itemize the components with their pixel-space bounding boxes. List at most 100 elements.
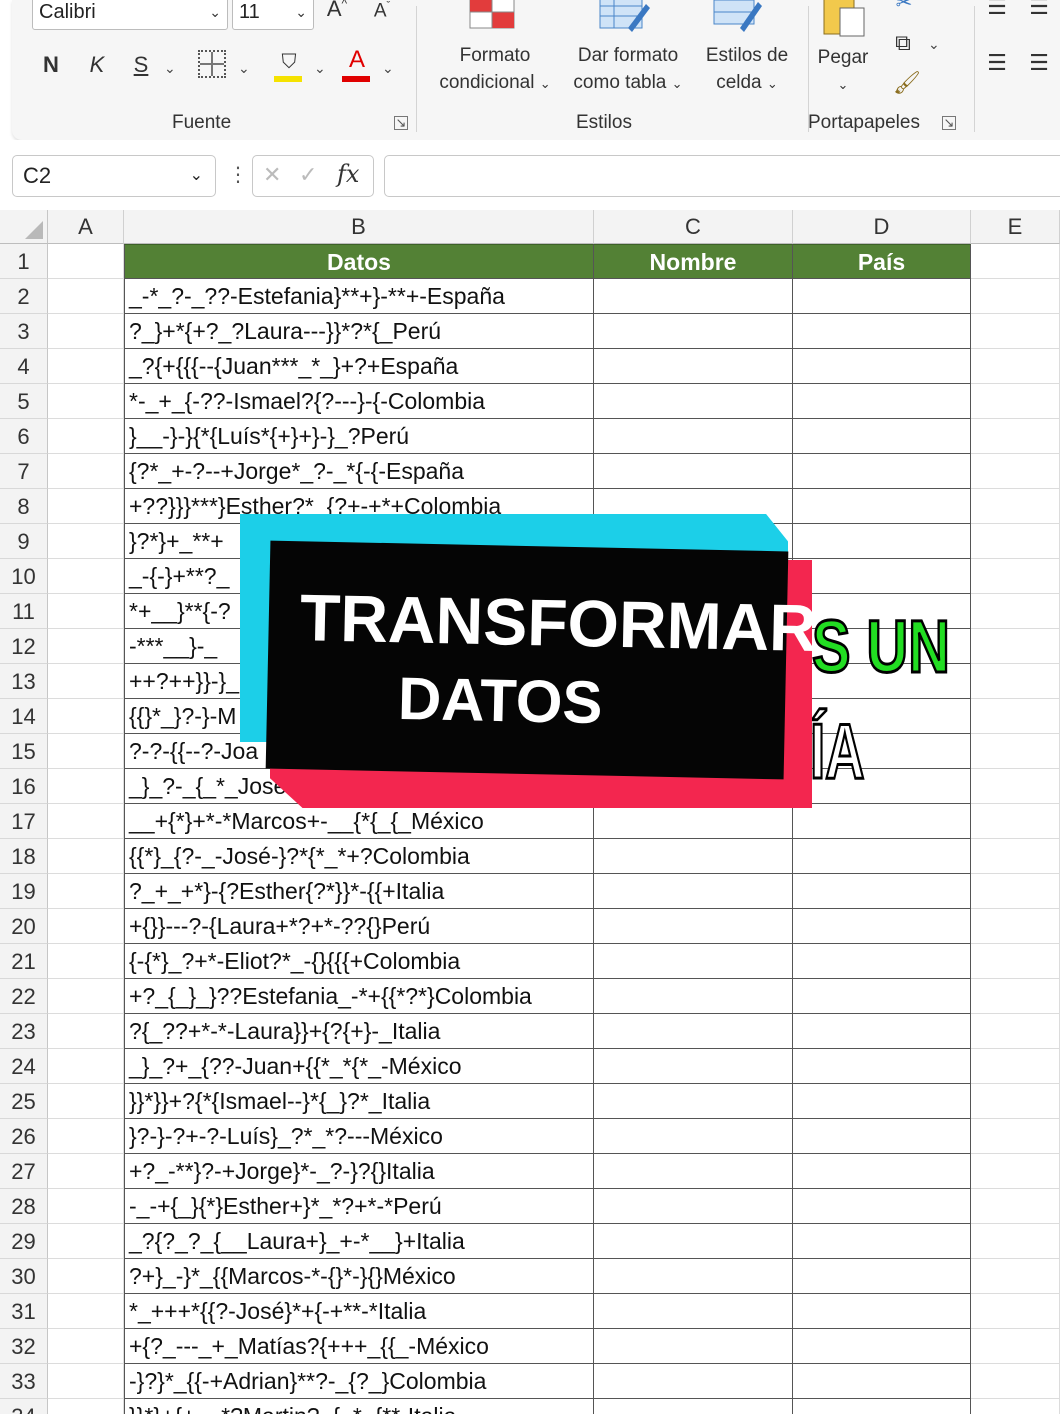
cell-datos[interactable]: ?+}_-}*_{{Marcos-*-{}*-}{}México <box>124 1259 594 1294</box>
row-number[interactable]: 20 <box>0 909 48 944</box>
row-number[interactable]: 19 <box>0 874 48 909</box>
cell-nombre[interactable] <box>594 384 793 419</box>
cell-nombre[interactable] <box>594 874 793 909</box>
cell-datos[interactable]: +{}}---?-{Laura+*?+*-??{}Perú <box>124 909 594 944</box>
cell-e[interactable] <box>971 1224 1060 1259</box>
row-number[interactable]: 8 <box>0 489 48 524</box>
cell-nombre[interactable] <box>594 944 793 979</box>
cell-datos[interactable]: }}*}}+?{*{Ismael--}*{_}?*_Italia <box>124 1084 594 1119</box>
row-number[interactable]: 15 <box>0 734 48 769</box>
cut-icon[interactable]: ✂ <box>890 0 918 15</box>
cell-pais[interactable] <box>793 1364 971 1399</box>
row-number[interactable]: 5 <box>0 384 48 419</box>
cell-nombre[interactable] <box>594 1084 793 1119</box>
cell-datos[interactable]: -}?}*_{{-+Adrian}**?-_{?_}Colombia <box>124 1364 594 1399</box>
cell-a[interactable] <box>48 559 124 594</box>
cell-pais[interactable] <box>793 1399 971 1414</box>
borders-icon[interactable] <box>198 50 226 78</box>
cell-a[interactable] <box>48 279 124 314</box>
cell-a[interactable] <box>48 1084 124 1119</box>
cell-datos[interactable]: ?{_??+*-*-Laura}}+{?{+}-_Italia <box>124 1014 594 1049</box>
cell-e[interactable] <box>971 419 1060 454</box>
cell-a[interactable] <box>48 314 124 349</box>
row-number[interactable]: 27 <box>0 1154 48 1189</box>
cell-nombre[interactable] <box>594 1049 793 1084</box>
cell-e[interactable] <box>971 874 1060 909</box>
column-header-d[interactable]: D <box>793 210 971 244</box>
align-top-icon[interactable]: ☰ <box>982 0 1012 20</box>
row-number[interactable]: 26 <box>0 1119 48 1154</box>
cell-pais[interactable] <box>793 874 971 909</box>
cell-datos[interactable]: -_-+{_}{*}Esther+}*_*?+*-*Perú <box>124 1189 594 1224</box>
fill-color-icon[interactable]: ⛉ <box>274 48 304 82</box>
cell-a[interactable] <box>48 804 124 839</box>
cell-a[interactable] <box>48 1224 124 1259</box>
cell-pais[interactable] <box>793 1224 971 1259</box>
cell-pais[interactable] <box>793 314 971 349</box>
cell-nombre[interactable] <box>594 419 793 454</box>
cell-e[interactable] <box>971 909 1060 944</box>
cell-e[interactable] <box>971 314 1060 349</box>
header-datos[interactable]: Datos <box>124 244 594 279</box>
cell-a[interactable] <box>48 909 124 944</box>
cell-nombre[interactable] <box>594 1224 793 1259</box>
cell-pais[interactable] <box>793 384 971 419</box>
cell-e[interactable] <box>971 1329 1060 1364</box>
align-center-icon[interactable]: ☰ <box>1024 50 1054 76</box>
cell-nombre[interactable] <box>594 1399 793 1414</box>
row-number[interactable]: 28 <box>0 1189 48 1224</box>
cell-e[interactable] <box>971 454 1060 489</box>
cell-a[interactable] <box>48 1049 124 1084</box>
cell-pais[interactable] <box>793 1329 971 1364</box>
cell-e[interactable] <box>971 489 1060 524</box>
cell-a[interactable] <box>48 769 124 804</box>
row-number[interactable]: 23 <box>0 1014 48 1049</box>
cell-pais[interactable] <box>793 279 971 314</box>
chevron-down-icon[interactable]: ⌄ <box>238 60 250 77</box>
cell-a[interactable] <box>48 944 124 979</box>
cell-datos[interactable]: _}_?+_{??-Juan+{{*_*{*_-México <box>124 1049 594 1084</box>
format-painter-icon[interactable]: 🖌 <box>892 70 922 96</box>
chevron-down-icon[interactable]: ⌄ <box>164 60 176 77</box>
cell-e[interactable] <box>971 1014 1060 1049</box>
cell-pais[interactable] <box>793 1294 971 1329</box>
italic-button[interactable]: K <box>84 52 110 78</box>
cell-pais[interactable] <box>793 1119 971 1154</box>
cell-pais[interactable] <box>793 1259 971 1294</box>
cell-datos[interactable]: *_+++*{{?-José}*+{-+**-*Italia <box>124 1294 594 1329</box>
cell-e[interactable] <box>971 1399 1060 1414</box>
row-number[interactable]: 9 <box>0 524 48 559</box>
format-as-table-button[interactable]: Dar formato como tabla ⌄ <box>564 42 692 97</box>
cell-a[interactable] <box>48 1119 124 1154</box>
formula-input[interactable] <box>384 155 1060 197</box>
cell-datos[interactable]: _?{?_?_{__Laura+}_+-*__}+Italia <box>124 1224 594 1259</box>
cell-datos[interactable]: +{?_---_+_Matías?{+++_{{_-México <box>124 1329 594 1364</box>
cell-nombre[interactable] <box>594 1364 793 1399</box>
row-number[interactable]: 10 <box>0 559 48 594</box>
header-nombre[interactable]: Nombre <box>594 244 793 279</box>
cell-datos[interactable]: {?*_+-?--+Jorge*_?-_*{-{-España <box>124 454 594 489</box>
cell-a[interactable] <box>48 874 124 909</box>
font-color-icon[interactable]: A <box>342 46 372 82</box>
copy-icon[interactable]: ⧉ <box>888 30 918 56</box>
row-number[interactable]: 31 <box>0 1294 48 1329</box>
cell-nombre[interactable] <box>594 1259 793 1294</box>
cell-nombre[interactable] <box>594 1294 793 1329</box>
row-number[interactable]: 17 <box>0 804 48 839</box>
cell-pais[interactable] <box>793 1049 971 1084</box>
cell-nombre[interactable] <box>594 454 793 489</box>
cell-pais[interactable] <box>793 1084 971 1119</box>
cell-pais[interactable] <box>793 839 971 874</box>
cell-e[interactable] <box>971 1154 1060 1189</box>
cell-nombre[interactable] <box>594 1154 793 1189</box>
cell-a[interactable] <box>48 1189 124 1224</box>
row-number[interactable]: 2 <box>0 279 48 314</box>
row-number[interactable]: 1 <box>0 244 48 279</box>
row-number[interactable]: 18 <box>0 839 48 874</box>
cell-e[interactable] <box>971 769 1060 804</box>
shrink-font-button[interactable]: Aˇ <box>368 0 396 22</box>
more-options-icon[interactable]: ⋮ <box>228 162 248 187</box>
chevron-down-icon[interactable]: ⌄ <box>382 60 394 77</box>
row-number[interactable]: 33 <box>0 1364 48 1399</box>
row-number[interactable]: 4 <box>0 349 48 384</box>
